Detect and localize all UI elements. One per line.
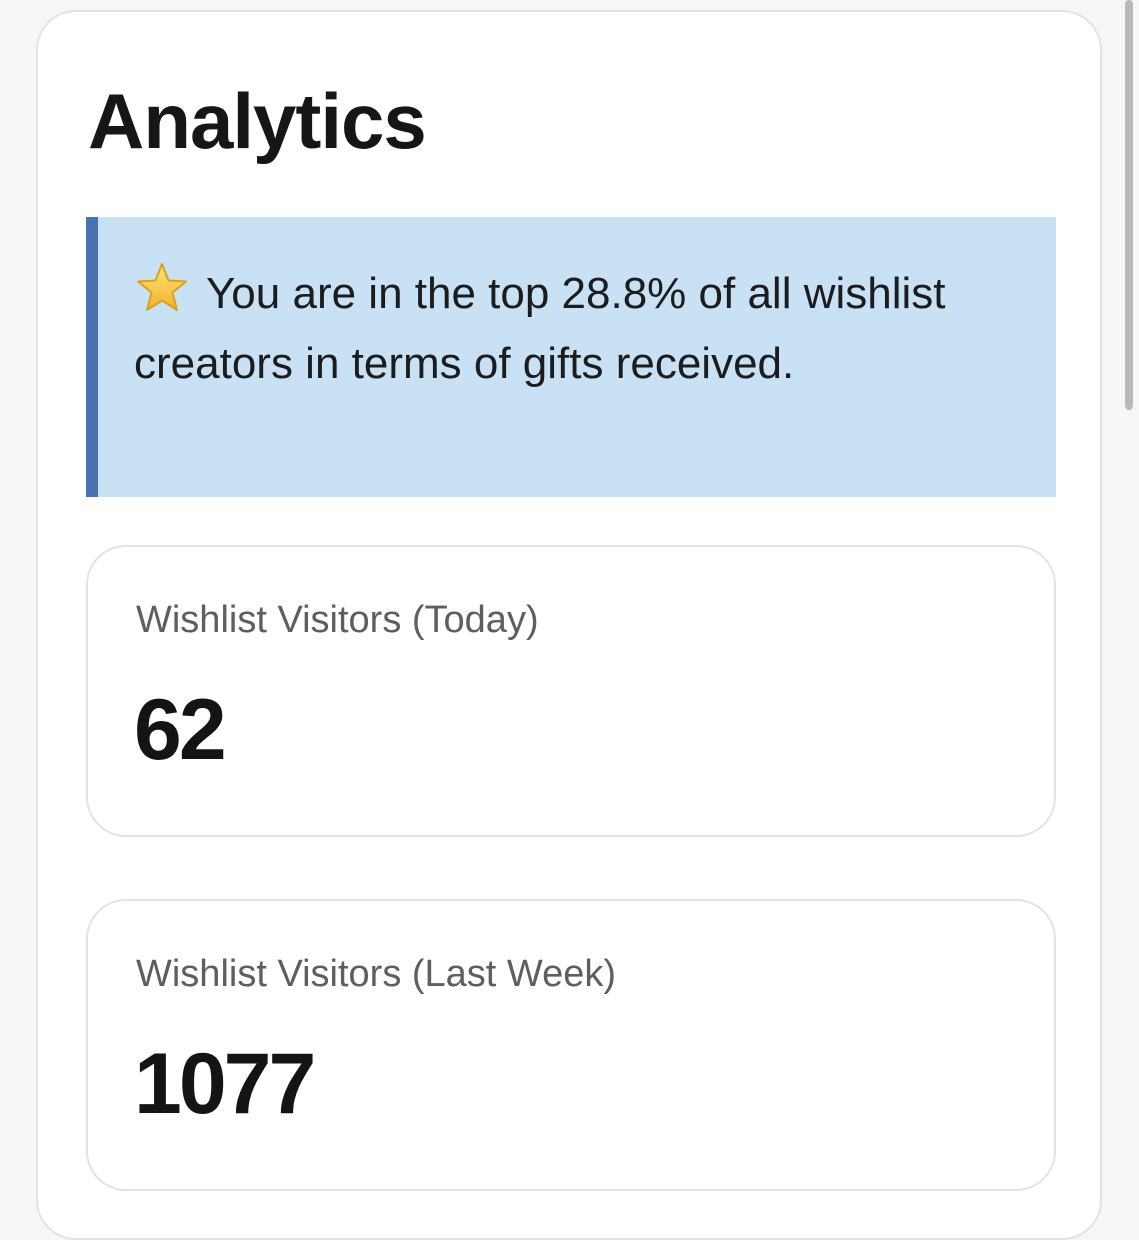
page-title: Analytics bbox=[88, 77, 427, 165]
ranking-notice-text: You are in the top 28.8% of all wishlist… bbox=[134, 269, 946, 388]
stat-value: 1077 bbox=[134, 1036, 316, 1132]
stat-label: Wishlist Visitors (Last Week) bbox=[136, 953, 617, 995]
stat-value: 62 bbox=[134, 682, 227, 778]
ranking-notice: You are in the top 28.8% of all wishlist… bbox=[86, 217, 1056, 497]
star-icon bbox=[134, 260, 190, 316]
stat-card-visitors-today: Wishlist Visitors (Today) 62 bbox=[86, 545, 1056, 837]
stat-label: Wishlist Visitors (Today) bbox=[136, 599, 539, 641]
scrollbar[interactable] bbox=[1125, 0, 1133, 410]
ranking-notice-body: You are in the top 28.8% of all wishlist… bbox=[134, 259, 1026, 399]
analytics-card: Analytics You are in the top 28.8% of al… bbox=[36, 10, 1102, 1240]
stat-card-visitors-last-week: Wishlist Visitors (Last Week) 1077 bbox=[86, 899, 1056, 1191]
